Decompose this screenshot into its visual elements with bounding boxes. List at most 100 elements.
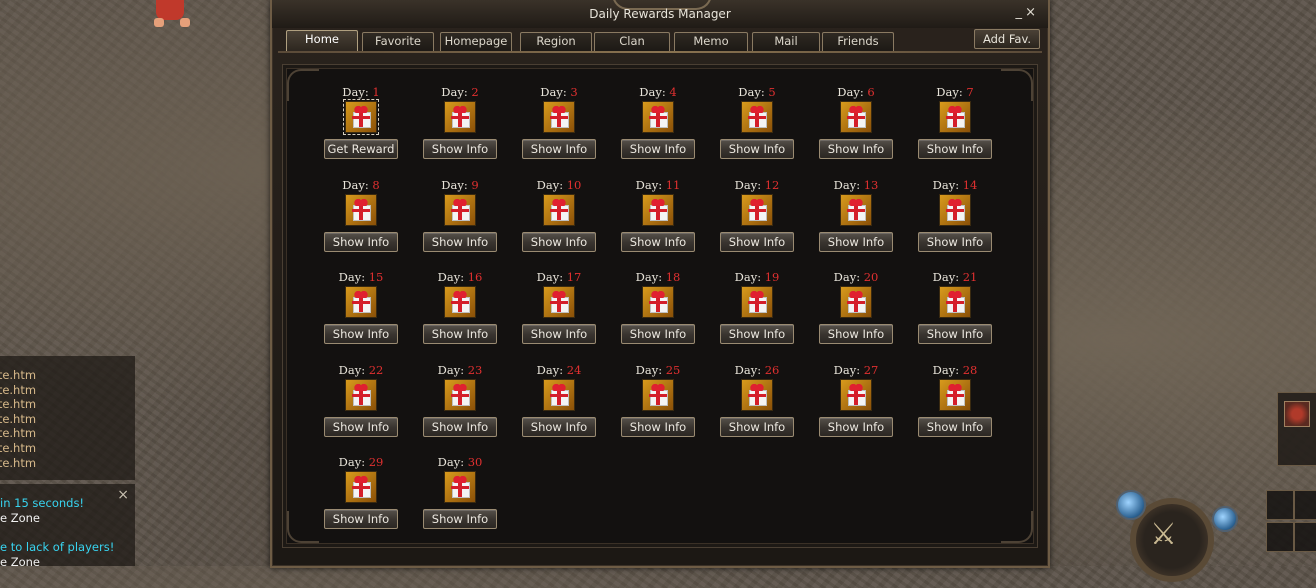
day-prefix: Day:	[338, 270, 369, 285]
gift-icon[interactable]	[939, 286, 971, 319]
day-prefix: Day:	[833, 270, 864, 285]
chat-message: e Zone	[0, 555, 41, 566]
show-info-button[interactable]: Show Info	[720, 139, 794, 159]
gift-icon[interactable]	[840, 286, 872, 319]
gift-icon[interactable]	[345, 286, 377, 319]
show-info-button[interactable]: Show Info	[720, 231, 794, 252]
show-info-button[interactable]: Show Info	[423, 416, 497, 437]
gift-icon[interactable]	[345, 471, 377, 504]
show-info-button[interactable]: Show Info	[621, 324, 695, 345]
gift-icon[interactable]	[939, 378, 971, 411]
gift-icon[interactable]	[543, 101, 575, 133]
show-info-button[interactable]: Show Info	[423, 324, 497, 345]
shortcut-slot[interactable]	[1294, 522, 1316, 552]
tab-region[interactable]: Region	[520, 32, 592, 51]
gift-icon[interactable]	[939, 193, 971, 226]
gift-icon[interactable]	[444, 286, 476, 319]
corner-ornament	[287, 69, 319, 101]
day-prefix: Day:	[338, 455, 369, 470]
show-info-button[interactable]: Show Info	[423, 509, 497, 530]
tab-favorite[interactable]: Favorite	[362, 32, 434, 51]
show-info-button[interactable]: Show Info	[423, 231, 497, 252]
gift-icon[interactable]	[543, 193, 575, 226]
show-info-button[interactable]: Show Info	[522, 324, 596, 345]
show-info-button[interactable]: Show Info	[522, 231, 596, 252]
show-info-button[interactable]: Show Info	[324, 231, 398, 252]
gift-icon[interactable]	[345, 193, 377, 226]
show-info-button[interactable]: Show Info	[621, 231, 695, 252]
tab-mail[interactable]: Mail	[752, 32, 820, 51]
magnifier-orb-icon[interactable]	[1116, 490, 1146, 520]
shortcut-slot[interactable]	[1266, 490, 1294, 520]
shortcut-slot[interactable]	[1294, 490, 1316, 520]
gift-icon[interactable]	[642, 193, 674, 226]
chat-close-icon[interactable]: ×	[117, 488, 129, 502]
show-info-button[interactable]: Show Info	[522, 139, 596, 159]
refresh-orb-icon[interactable]	[1212, 506, 1238, 532]
reward-cell: Day: 4 Show Info	[620, 85, 696, 178]
day-label: Day: 7	[917, 85, 993, 101]
show-info-button[interactable]: Show Info	[918, 231, 992, 252]
minimize-icon[interactable]: _	[1016, 6, 1023, 19]
tab-friends[interactable]: Friends	[822, 32, 894, 51]
gift-icon[interactable]	[939, 101, 971, 133]
show-info-button[interactable]: Show Info	[819, 231, 893, 252]
action-wheel[interactable]: ⚔	[1116, 488, 1238, 588]
day-number: 12	[764, 177, 780, 192]
gift-icon[interactable]	[543, 286, 575, 319]
log-line: emplate.htm	[0, 455, 37, 470]
gift-icon[interactable]	[444, 471, 476, 504]
reward-cell: Day: 17 Show Info	[521, 270, 597, 363]
gift-icon[interactable]	[741, 286, 773, 319]
show-info-button[interactable]: Show Info	[918, 416, 992, 437]
gift-icon[interactable]	[642, 286, 674, 319]
gift-icon[interactable]	[345, 378, 377, 411]
pentagram-icon[interactable]	[1284, 401, 1310, 427]
gift-icon[interactable]	[642, 101, 674, 133]
gift-icon[interactable]	[343, 99, 379, 135]
show-info-button[interactable]: Show Info	[720, 324, 794, 345]
gift-icon[interactable]	[840, 378, 872, 411]
gift-icon[interactable]	[741, 101, 773, 133]
gift-icon[interactable]	[642, 378, 674, 411]
show-info-button[interactable]: Show Info	[621, 139, 695, 159]
close-icon[interactable]: ×	[1025, 6, 1036, 19]
tab-homepage[interactable]: Homepage	[440, 32, 512, 51]
show-info-button[interactable]: Show Info	[621, 416, 695, 437]
day-prefix: Day:	[833, 362, 864, 377]
day-number: 17	[566, 270, 582, 285]
show-info-button[interactable]: Show Info	[918, 324, 992, 345]
shortcut-slot[interactable]	[1266, 522, 1294, 552]
buff-panel	[1277, 392, 1316, 466]
get-reward-button[interactable]: Get Reward	[324, 139, 398, 159]
show-info-button[interactable]: Show Info	[819, 139, 893, 159]
gift-icon[interactable]	[444, 378, 476, 411]
show-info-button[interactable]: Show Info	[324, 416, 398, 437]
day-prefix: Day:	[437, 270, 468, 285]
show-info-button[interactable]: Show Info	[522, 416, 596, 437]
show-info-button[interactable]: Show Info	[819, 416, 893, 437]
day-number: 23	[467, 362, 483, 377]
reward-grid: Day: 1 Get Reward Day: 2 Show Info Day: 3 Sho…	[323, 85, 1016, 548]
day-label: Day: 27	[818, 363, 894, 379]
show-info-button[interactable]: Show Info	[423, 139, 497, 159]
show-info-button[interactable]: Show Info	[324, 324, 398, 345]
gift-icon[interactable]	[840, 193, 872, 226]
gift-icon[interactable]	[840, 101, 872, 133]
tab-clan[interactable]: Clan	[594, 32, 670, 51]
gift-icon[interactable]	[741, 378, 773, 411]
gift-icon[interactable]	[444, 101, 476, 133]
tab-memo[interactable]: Memo	[674, 32, 748, 51]
show-info-button[interactable]: Show Info	[720, 416, 794, 437]
show-info-button[interactable]: Show Info	[918, 139, 992, 159]
show-info-button[interactable]: Show Info	[324, 509, 398, 530]
tab-home[interactable]: Home	[286, 30, 358, 53]
gift-icon[interactable]	[444, 193, 476, 226]
day-label: Day: 10	[521, 178, 597, 194]
add-favorite-button[interactable]: Add Fav.	[974, 29, 1040, 49]
show-info-button[interactable]: Show Info	[819, 324, 893, 345]
title-bar[interactable]: Daily Rewards Manager _ ×	[272, 0, 1048, 28]
gift-icon[interactable]	[741, 193, 773, 226]
gift-icon[interactable]	[543, 378, 575, 411]
day-label: Day: 16	[422, 270, 498, 286]
